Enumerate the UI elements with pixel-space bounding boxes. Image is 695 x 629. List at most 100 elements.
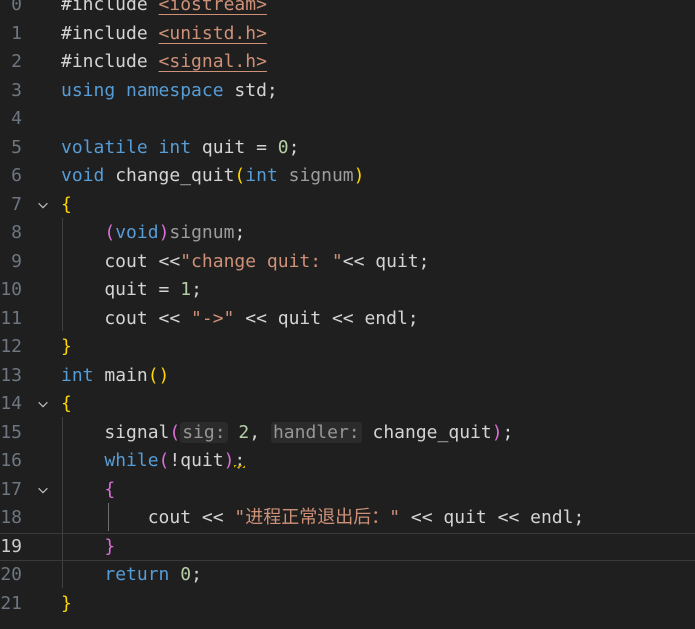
code-text[interactable]: return 0;: [61, 561, 202, 590]
code-text[interactable]: }: [61, 590, 72, 619]
code-line[interactable]: 11 cout << "->" << quit << endl;: [0, 305, 695, 334]
code-text[interactable]: (void)signum;: [61, 219, 245, 248]
code-line[interactable]: 19 }: [0, 533, 695, 562]
code-token: ;: [234, 222, 246, 243]
code-token: !quit: [169, 450, 224, 471]
code-token: (: [169, 421, 181, 443]
code-text[interactable]: #include <signal.h>: [61, 48, 267, 77]
code-line[interactable]: 1 #include <unistd.h>: [0, 20, 695, 49]
chevron-down-icon[interactable]: [34, 191, 52, 220]
code-token: (: [234, 165, 246, 186]
code-text[interactable]: cout << "->" << quit << endl;: [61, 305, 419, 334]
code-token: signum: [288, 165, 354, 186]
line-number: 10: [0, 279, 22, 300]
code-text[interactable]: {: [61, 476, 115, 505]
code-text[interactable]: }: [61, 333, 72, 362]
code-line[interactable]: 3 using namespace std;: [0, 77, 695, 106]
code-line[interactable]: 10 quit = 1;: [0, 276, 695, 305]
code-token: ): [353, 165, 365, 186]
code-text[interactable]: quit = 1;: [61, 276, 202, 305]
code-line[interactable]: 17 {: [0, 476, 695, 505]
code-line[interactable]: 9 cout <<"change quit: "<< quit;: [0, 248, 695, 277]
code-text[interactable]: signal(sig: 2, handler: change_quit);: [61, 419, 513, 448]
line-number: 5: [11, 136, 22, 158]
code-token: "change quit: ": [180, 250, 343, 272]
line-number: 15: [0, 421, 22, 443]
code-text[interactable]: {: [61, 191, 72, 220]
code-token: cout <<: [61, 250, 181, 272]
code-token: void: [115, 222, 159, 243]
code-token: "->": [191, 307, 235, 329]
code-token: {: [61, 393, 72, 414]
line-number: 7: [11, 193, 22, 215]
code-token: (: [104, 222, 116, 243]
code-token: change_quit: [361, 421, 492, 443]
code-token: ;: [288, 136, 300, 158]
code-line[interactable]: 8 (void)signum;: [0, 219, 695, 248]
code-text[interactable]: {: [61, 390, 72, 419]
code-token: "进程正常退出后：": [234, 507, 401, 528]
code-token: void: [61, 165, 105, 186]
code-text[interactable]: volatile int quit = 0;: [61, 134, 299, 163]
code-token: 2: [238, 421, 250, 443]
code-token: (: [158, 450, 170, 471]
line-number: 19: [0, 535, 22, 557]
line-number: 2: [11, 51, 22, 72]
code-line[interactable]: 0 #include <iostream>: [0, 0, 695, 20]
code-token: << quit;: [342, 250, 430, 272]
code-line[interactable]: 21}: [0, 590, 695, 619]
code-text[interactable]: }: [61, 533, 115, 562]
chevron-down-icon[interactable]: [34, 476, 52, 505]
code-text[interactable]: cout << "进程正常退出后：" << quit << endl;: [61, 504, 585, 533]
code-token: (): [147, 364, 170, 386]
code-line[interactable]: 6 void change_quit(int signum): [0, 162, 695, 191]
code-text[interactable]: #include <iostream>: [61, 0, 267, 20]
code-line[interactable]: 15 signal(sig: 2, handler: change_quit);: [0, 419, 695, 448]
code-text[interactable]: #include <unistd.h>: [61, 20, 267, 49]
code-text[interactable]: cout <<"change quit: "<< quit;: [61, 248, 429, 277]
code-text[interactable]: void change_quit(int signum): [61, 162, 365, 191]
code-editor[interactable]: 0 #include <iostream> 1 #include <unistd.h>…: [0, 0, 695, 629]
line-number: 14: [0, 393, 22, 414]
code-line[interactable]: 2 #include <signal.h>: [0, 48, 695, 77]
line-number: 1: [11, 22, 22, 44]
code-token: <iostream>: [158, 0, 267, 15]
code-line[interactable]: 16 while(!quit);: [0, 447, 695, 476]
code-token: quit =: [61, 279, 181, 300]
code-token: #include: [61, 51, 148, 72]
code-line[interactable]: 4: [0, 105, 695, 134]
code-token: volatile: [61, 136, 148, 158]
code-token: std;: [223, 79, 278, 101]
line-number: 17: [0, 478, 22, 500]
line-number: 20: [0, 564, 22, 585]
code-token: ;: [502, 421, 514, 443]
code-token: << quit << endl;: [234, 307, 419, 329]
code-text[interactable]: while(!quit);: [61, 447, 245, 476]
code-token: #include: [61, 0, 148, 15]
code-line[interactable]: 12}: [0, 333, 695, 362]
code-line[interactable]: 5 volatile int quit = 0;: [0, 134, 695, 163]
line-number: 21: [0, 592, 22, 614]
code-line[interactable]: 18 cout << "进程正常退出后：" << quit << endl;: [0, 504, 695, 533]
line-number: 9: [11, 250, 22, 272]
code-token: while: [104, 450, 159, 471]
code-token: <unistd.h>: [158, 22, 267, 44]
code-token: signal: [61, 421, 170, 443]
code-text[interactable]: int main(): [61, 362, 169, 391]
line-number: 3: [11, 79, 22, 101]
code-line[interactable]: 13 int main(): [0, 362, 695, 391]
code-line[interactable]: 14 {: [0, 390, 695, 419]
code-token: }: [61, 592, 72, 614]
code-token: ): [491, 421, 503, 443]
chevron-down-icon[interactable]: [34, 390, 52, 419]
code-line[interactable]: 7{: [0, 191, 695, 220]
code-line[interactable]: 20 return 0;: [0, 561, 695, 590]
code-text[interactable]: using namespace std;: [61, 77, 278, 106]
